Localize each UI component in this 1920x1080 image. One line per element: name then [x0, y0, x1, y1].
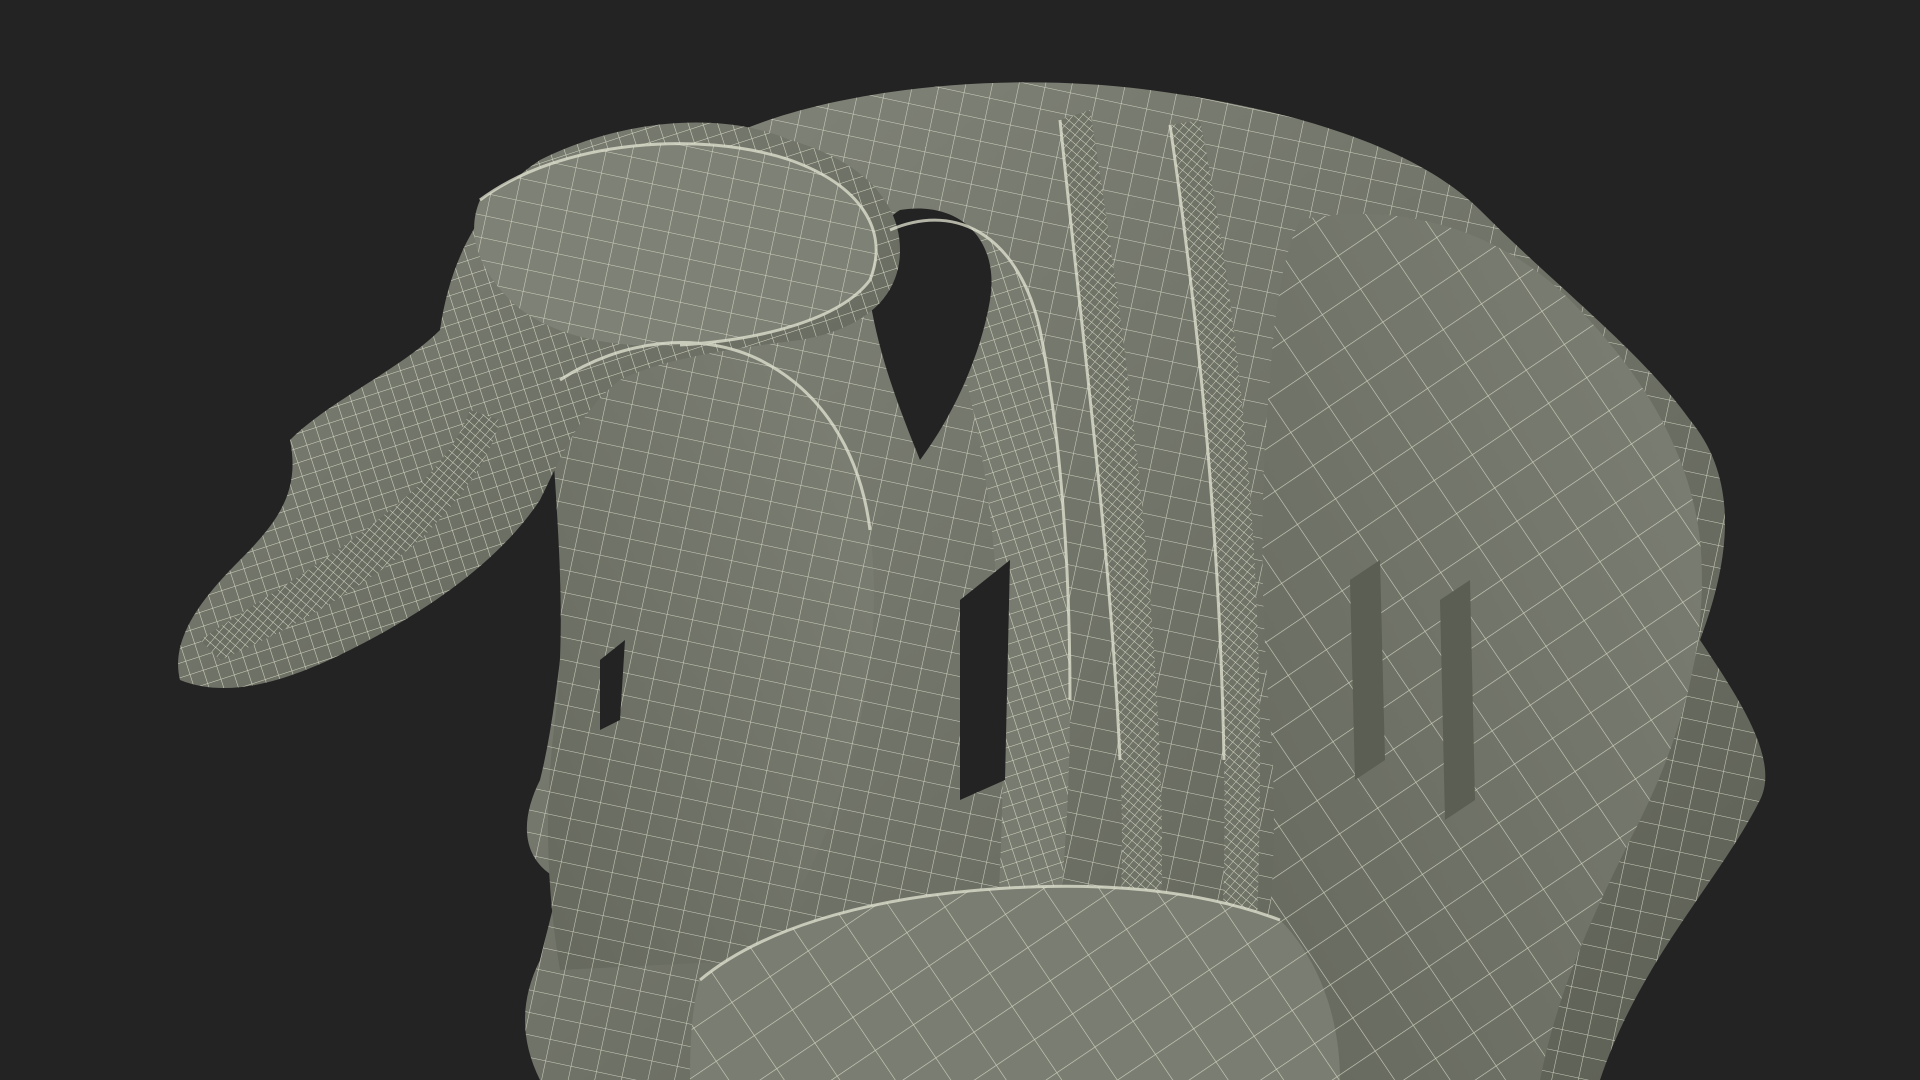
wireframe-mesh-render	[178, 82, 1766, 1080]
render-viewport	[0, 0, 1920, 1080]
